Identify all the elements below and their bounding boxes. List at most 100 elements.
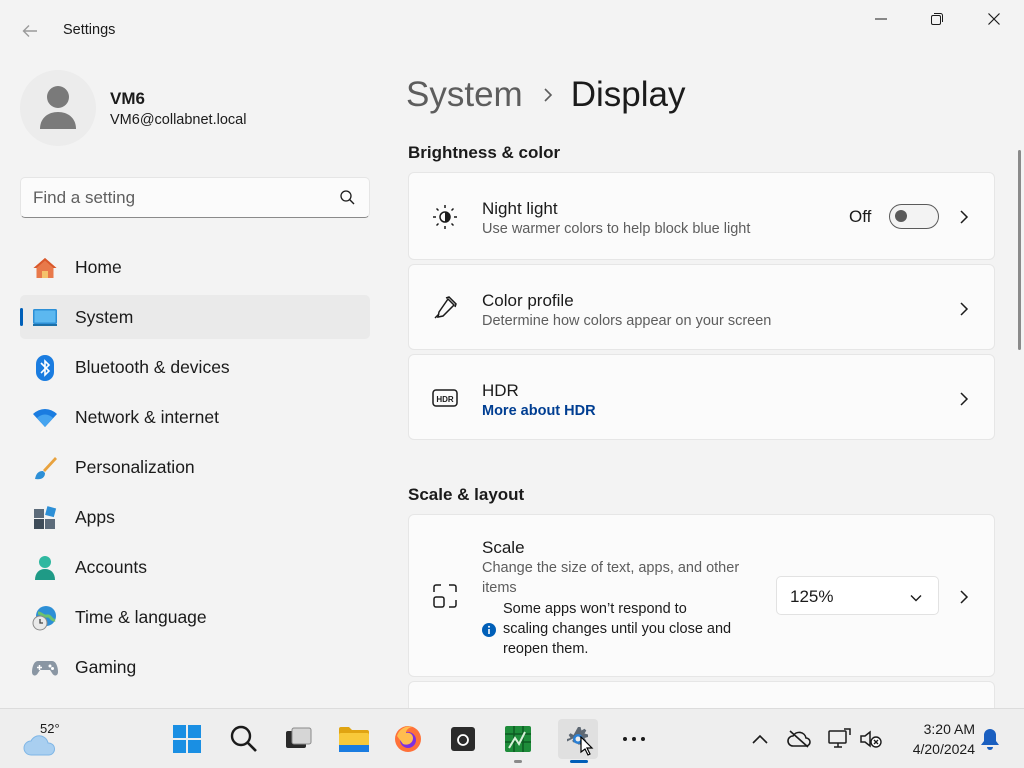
- sidebar-item-label: Bluetooth & devices: [75, 356, 230, 377]
- avatar[interactable]: [20, 70, 96, 146]
- sidebar-item-accounts[interactable]: Accounts: [20, 545, 370, 589]
- scale-note: Some apps won’t respond to scaling chang…: [503, 601, 732, 657]
- eyedropper-icon: [431, 294, 459, 322]
- network-display-icon[interactable]: [826, 726, 852, 752]
- windows-logo-icon: [173, 725, 201, 753]
- sidebar-item-time-language[interactable]: Time & language: [20, 595, 370, 639]
- minimize-button[interactable]: [858, 4, 904, 34]
- info-icon: [482, 623, 496, 642]
- weather-temperature: 52°: [40, 721, 60, 736]
- spreadsheet-icon: [505, 726, 531, 752]
- night-light-card[interactable]: Night light Use warmer colors to help bl…: [408, 172, 995, 260]
- app-o-icon: [451, 727, 475, 751]
- scale-resize-icon: [431, 582, 459, 610]
- svg-text:HDR: HDR: [436, 395, 454, 404]
- chevron-right-icon: [957, 300, 971, 318]
- scale-dropdown[interactable]: 125%: [776, 576, 939, 615]
- sidebar-item-gaming[interactable]: Gaming: [20, 645, 370, 689]
- color-profile-description: Determine how colors appear on your scre…: [482, 313, 772, 329]
- more-apps-button[interactable]: [614, 719, 654, 759]
- close-button[interactable]: [971, 4, 1017, 34]
- section-header-scale-layout: Scale & layout: [408, 485, 525, 504]
- globe-clock-icon: [32, 606, 58, 631]
- mouse-cursor-icon: [580, 736, 594, 756]
- sidebar-nav: Home System Bluetooth & devices Network …: [20, 245, 370, 695]
- spreadsheet-app-button[interactable]: [498, 719, 538, 759]
- restore-icon: [931, 13, 943, 25]
- chevron-right-icon: [957, 588, 971, 606]
- sidebar-item-personalization[interactable]: Personalization: [20, 445, 370, 489]
- night-light-icon: [431, 203, 459, 231]
- back-button[interactable]: [14, 16, 46, 46]
- apps-icon: [32, 506, 58, 530]
- search-icon: [230, 725, 257, 752]
- volume-muted-icon[interactable]: [858, 726, 884, 752]
- system-monitor-icon: [32, 306, 58, 330]
- hdr-icon: HDR: [431, 384, 459, 412]
- hdr-card[interactable]: HDR HDR More about HDR: [408, 354, 995, 440]
- gamepad-icon: [32, 656, 58, 680]
- folder-icon: [339, 727, 369, 752]
- hdr-title: HDR: [482, 381, 519, 400]
- restore-button[interactable]: [914, 4, 960, 34]
- task-view-button[interactable]: [278, 719, 318, 759]
- sidebar-item-apps[interactable]: Apps: [20, 495, 370, 539]
- settings-taskbar-button[interactable]: [558, 719, 598, 759]
- night-light-toggle-label: Off: [849, 207, 872, 226]
- search-input[interactable]: [33, 187, 333, 209]
- scale-title: Scale: [482, 538, 525, 557]
- firefox-icon: [395, 726, 421, 752]
- chevron-right-icon: [957, 208, 971, 226]
- search-icon[interactable]: [340, 190, 355, 210]
- start-button[interactable]: [167, 719, 207, 759]
- page-title: Display: [570, 75, 686, 114]
- toggle-knob: [895, 210, 907, 222]
- person-silhouette-icon: [40, 86, 76, 129]
- more-dots-icon: [623, 737, 645, 741]
- breadcrumb-parent-link[interactable]: System: [406, 75, 523, 115]
- sidebar-item-label: Apps: [75, 506, 115, 527]
- file-explorer-button[interactable]: [334, 719, 374, 759]
- profile-name: VM6: [110, 89, 145, 108]
- sidebar-item-label: Home: [75, 256, 122, 277]
- weather-widget[interactable]: 52°: [22, 721, 72, 757]
- minimize-icon: [875, 18, 887, 20]
- taskbar-search-button[interactable]: [224, 719, 264, 759]
- night-light-description: Use warmer colors to help block blue lig…: [482, 221, 751, 237]
- sidebar-item-label: Accounts: [75, 556, 147, 577]
- sidebar-item-bluetooth-devices[interactable]: Bluetooth & devices: [20, 345, 370, 389]
- clock-date: 4/20/2024: [912, 741, 975, 757]
- scale-description: Change the size of text, apps, and other…: [482, 560, 740, 596]
- sidebar-item-network-internet[interactable]: Network & internet: [20, 395, 370, 439]
- app-o-button[interactable]: [443, 719, 483, 759]
- notification-bell-icon[interactable]: [977, 726, 1003, 752]
- breadcrumb: System Display: [406, 73, 685, 117]
- sidebar-item-label: Network & internet: [75, 406, 219, 427]
- search-box[interactable]: [20, 177, 370, 218]
- onedrive-offline-icon[interactable]: [786, 726, 812, 752]
- chevron-right-icon: [543, 87, 553, 103]
- paintbrush-icon: [32, 456, 58, 480]
- chevron-down-icon: [910, 589, 922, 607]
- firefox-button[interactable]: [388, 719, 428, 759]
- section-header-brightness-color: Brightness & color: [408, 143, 561, 162]
- home-icon: [32, 256, 58, 280]
- sidebar-item-home[interactable]: Home: [20, 245, 370, 289]
- night-light-toggle[interactable]: [889, 204, 939, 229]
- sidebar-item-label: Personalization: [75, 456, 195, 477]
- back-arrow-icon: [22, 25, 37, 37]
- color-profile-card[interactable]: Color profile Determine how colors appea…: [408, 264, 995, 350]
- sidebar-item-system[interactable]: System: [20, 295, 370, 339]
- show-hidden-icons-chevron-up-icon[interactable]: [747, 726, 773, 752]
- clock[interactable]: 3:20 AM 4/20/2024: [895, 719, 975, 759]
- app-running-indicator: [514, 760, 522, 763]
- task-view-icon: [286, 727, 312, 748]
- scale-card[interactable]: Scale Change the size of text, apps, and…: [408, 514, 995, 677]
- clock-time: 3:20 AM: [923, 721, 975, 737]
- active-app-indicator: [570, 760, 588, 763]
- scrollbar-thumb[interactable]: [1018, 150, 1021, 350]
- sidebar-item-label: Time & language: [75, 606, 207, 627]
- person-icon: [32, 556, 58, 580]
- more-about-hdr-link[interactable]: More about HDR: [482, 403, 596, 419]
- profile-email: VM6@collabnet.local: [110, 112, 247, 128]
